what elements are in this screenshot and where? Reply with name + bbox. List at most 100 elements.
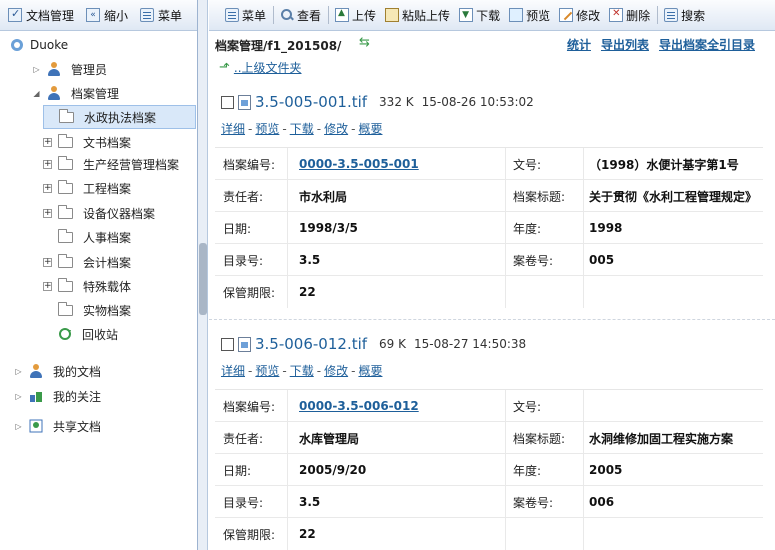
folder-icon xyxy=(58,204,73,219)
retention-value: 22 xyxy=(299,527,316,541)
archive-no-link[interactable]: 0000-3.5-005-001 xyxy=(299,148,419,180)
separator: - xyxy=(282,121,287,136)
tree-item-label: 特殊载体 xyxy=(83,279,132,294)
export-index-link[interactable]: 导出档案全引目录 xyxy=(659,36,755,53)
parent-folder-link[interactable]: ⬏ ..上级文件夹 xyxy=(219,59,302,76)
tree-item-my-follow[interactable]: ▷ 我的关注 xyxy=(14,385,105,407)
search-button[interactable]: 搜索 xyxy=(664,7,705,24)
download-link[interactable]: 下载 xyxy=(290,362,314,379)
edit-link[interactable]: 修改 xyxy=(324,362,348,379)
expand-icon[interactable]: ▷ xyxy=(14,422,23,431)
tree-item[interactable]: + 会计档案 xyxy=(43,251,135,273)
shrink-button[interactable]: « 缩小 xyxy=(86,7,128,24)
edit-button[interactable]: 修改 xyxy=(559,7,600,24)
preview-button[interactable]: 预览 xyxy=(509,7,550,24)
detail-link[interactable]: 详细 xyxy=(221,120,245,137)
view-button[interactable]: 查看 xyxy=(280,7,321,24)
file-size: 332 K xyxy=(379,95,414,109)
catalog-no-label: 目录号: xyxy=(223,495,264,510)
retention-label: 保管期限: xyxy=(223,527,276,542)
folder-icon xyxy=(58,228,73,243)
tree-item-label: 工程档案 xyxy=(83,181,132,196)
expand-icon[interactable]: + xyxy=(43,208,52,218)
recycle-icon xyxy=(58,327,72,341)
follow-icon xyxy=(29,389,43,403)
tree-item-archive-mgmt[interactable]: ◢ 档案管理 xyxy=(32,82,123,104)
export-list-link[interactable]: 导出列表 xyxy=(601,36,649,53)
tree-item[interactable]: 实物档案 xyxy=(58,299,135,321)
image-file-icon xyxy=(238,94,251,110)
tree-root[interactable]: Duoke xyxy=(10,34,68,56)
search-icon xyxy=(280,8,294,22)
doc-no-value: （1998）水便计基字第1号 xyxy=(589,157,739,172)
upload-button[interactable]: 上传 xyxy=(335,7,376,24)
detail-row: 保管期限: 22 xyxy=(215,276,763,308)
expand-icon[interactable]: + xyxy=(43,183,52,193)
folder-icon xyxy=(58,301,73,316)
search-label: 搜索 xyxy=(681,8,706,23)
file-size: 69 K xyxy=(379,337,406,351)
expand-icon[interactable]: + xyxy=(43,137,52,147)
image-file-icon xyxy=(238,336,251,352)
menu-button[interactable]: 菜单 xyxy=(225,7,266,24)
tree-item[interactable]: 人事档案 xyxy=(58,226,135,248)
tree-item-shared-docs[interactable]: ▷ 共享文档 xyxy=(14,415,105,437)
left-menu-button[interactable]: 菜单 xyxy=(140,7,182,24)
download-label: 下载 xyxy=(476,8,501,23)
breadcrumb: 档案管理/f1_201508/ xyxy=(215,39,342,53)
toolbar-separator xyxy=(328,6,330,24)
summary-link[interactable]: 概要 xyxy=(358,362,382,379)
preview-link[interactable]: 预览 xyxy=(255,120,279,137)
expand-icon[interactable]: + xyxy=(43,159,52,169)
tree-item[interactable]: + 工程档案 xyxy=(43,177,135,199)
toolbar-separator xyxy=(273,6,275,24)
tree-item-recycle[interactable]: 回收站 xyxy=(58,323,122,345)
preview-label: 预览 xyxy=(526,8,551,23)
expand-icon[interactable]: ▷ xyxy=(32,65,41,74)
summary-link[interactable]: 概要 xyxy=(358,120,382,137)
tree-item[interactable]: + 生产经营管理档案 xyxy=(43,153,183,175)
expand-icon[interactable]: + xyxy=(43,281,52,291)
preview-link[interactable]: 预览 xyxy=(255,362,279,379)
stats-link[interactable]: 统计 xyxy=(567,36,591,53)
collapse-icon[interactable]: ◢ xyxy=(32,89,41,98)
folder-icon xyxy=(59,108,74,123)
retention-label: 保管期限: xyxy=(223,285,276,300)
doc-mgmt-button[interactable]: 文档管理 xyxy=(8,7,74,24)
catalog-no-label: 目录号: xyxy=(223,253,264,268)
delete-button[interactable]: 删除 xyxy=(609,7,650,24)
tree-item-my-docs[interactable]: ▷ 我的文档 xyxy=(14,360,105,382)
edit-label: 修改 xyxy=(576,8,601,23)
splitter-handle[interactable] xyxy=(199,243,207,315)
record-divider xyxy=(209,319,775,320)
record-actions: 详细 - 预览 - 下载 - 修改 - 概要 xyxy=(221,120,382,137)
tree-item-admin[interactable]: ▷ 管理员 xyxy=(32,58,111,80)
archive-no-link[interactable]: 0000-3.5-006-012 xyxy=(299,390,419,422)
download-link[interactable]: 下载 xyxy=(290,120,314,137)
left-toolbar: 文档管理 « 缩小 菜单 xyxy=(0,0,197,31)
detail-link[interactable]: 详细 xyxy=(221,362,245,379)
tree-item[interactable]: + 文书档案 xyxy=(43,131,135,153)
paste-upload-button[interactable]: 粘贴上传 xyxy=(385,7,450,24)
tree-item[interactable]: + 设备仪器档案 xyxy=(43,202,159,224)
tree-item[interactable]: + 特殊载体 xyxy=(43,275,135,297)
expand-icon[interactable]: ▷ xyxy=(14,392,23,401)
title-value: 关于贯彻《水利工程管理规定》 xyxy=(589,189,758,204)
tree-item-selected[interactable]: 水政执法档案 xyxy=(43,105,196,129)
record-header: 3.5-006-012.tif 69 K 15-08-27 14:50:38 xyxy=(221,335,534,353)
refresh-icon[interactable]: ⇆ xyxy=(359,35,370,50)
expand-icon[interactable]: + xyxy=(43,257,52,267)
separator: - xyxy=(351,363,356,378)
separator: - xyxy=(316,121,322,136)
pencil-icon xyxy=(559,8,574,22)
file-name-link[interactable]: 3.5-006-012.tif xyxy=(255,335,367,353)
download-button[interactable]: 下载 xyxy=(459,7,500,24)
file-name-link[interactable]: 3.5-005-001.tif xyxy=(255,93,367,111)
separator: - xyxy=(248,121,253,136)
edit-link[interactable]: 修改 xyxy=(324,120,348,137)
expand-icon[interactable]: ▷ xyxy=(14,367,23,376)
user-icon xyxy=(47,86,61,100)
record-checkbox[interactable] xyxy=(221,95,234,109)
tree-item-label: 实物档案 xyxy=(83,303,132,318)
record-checkbox[interactable] xyxy=(221,337,234,351)
